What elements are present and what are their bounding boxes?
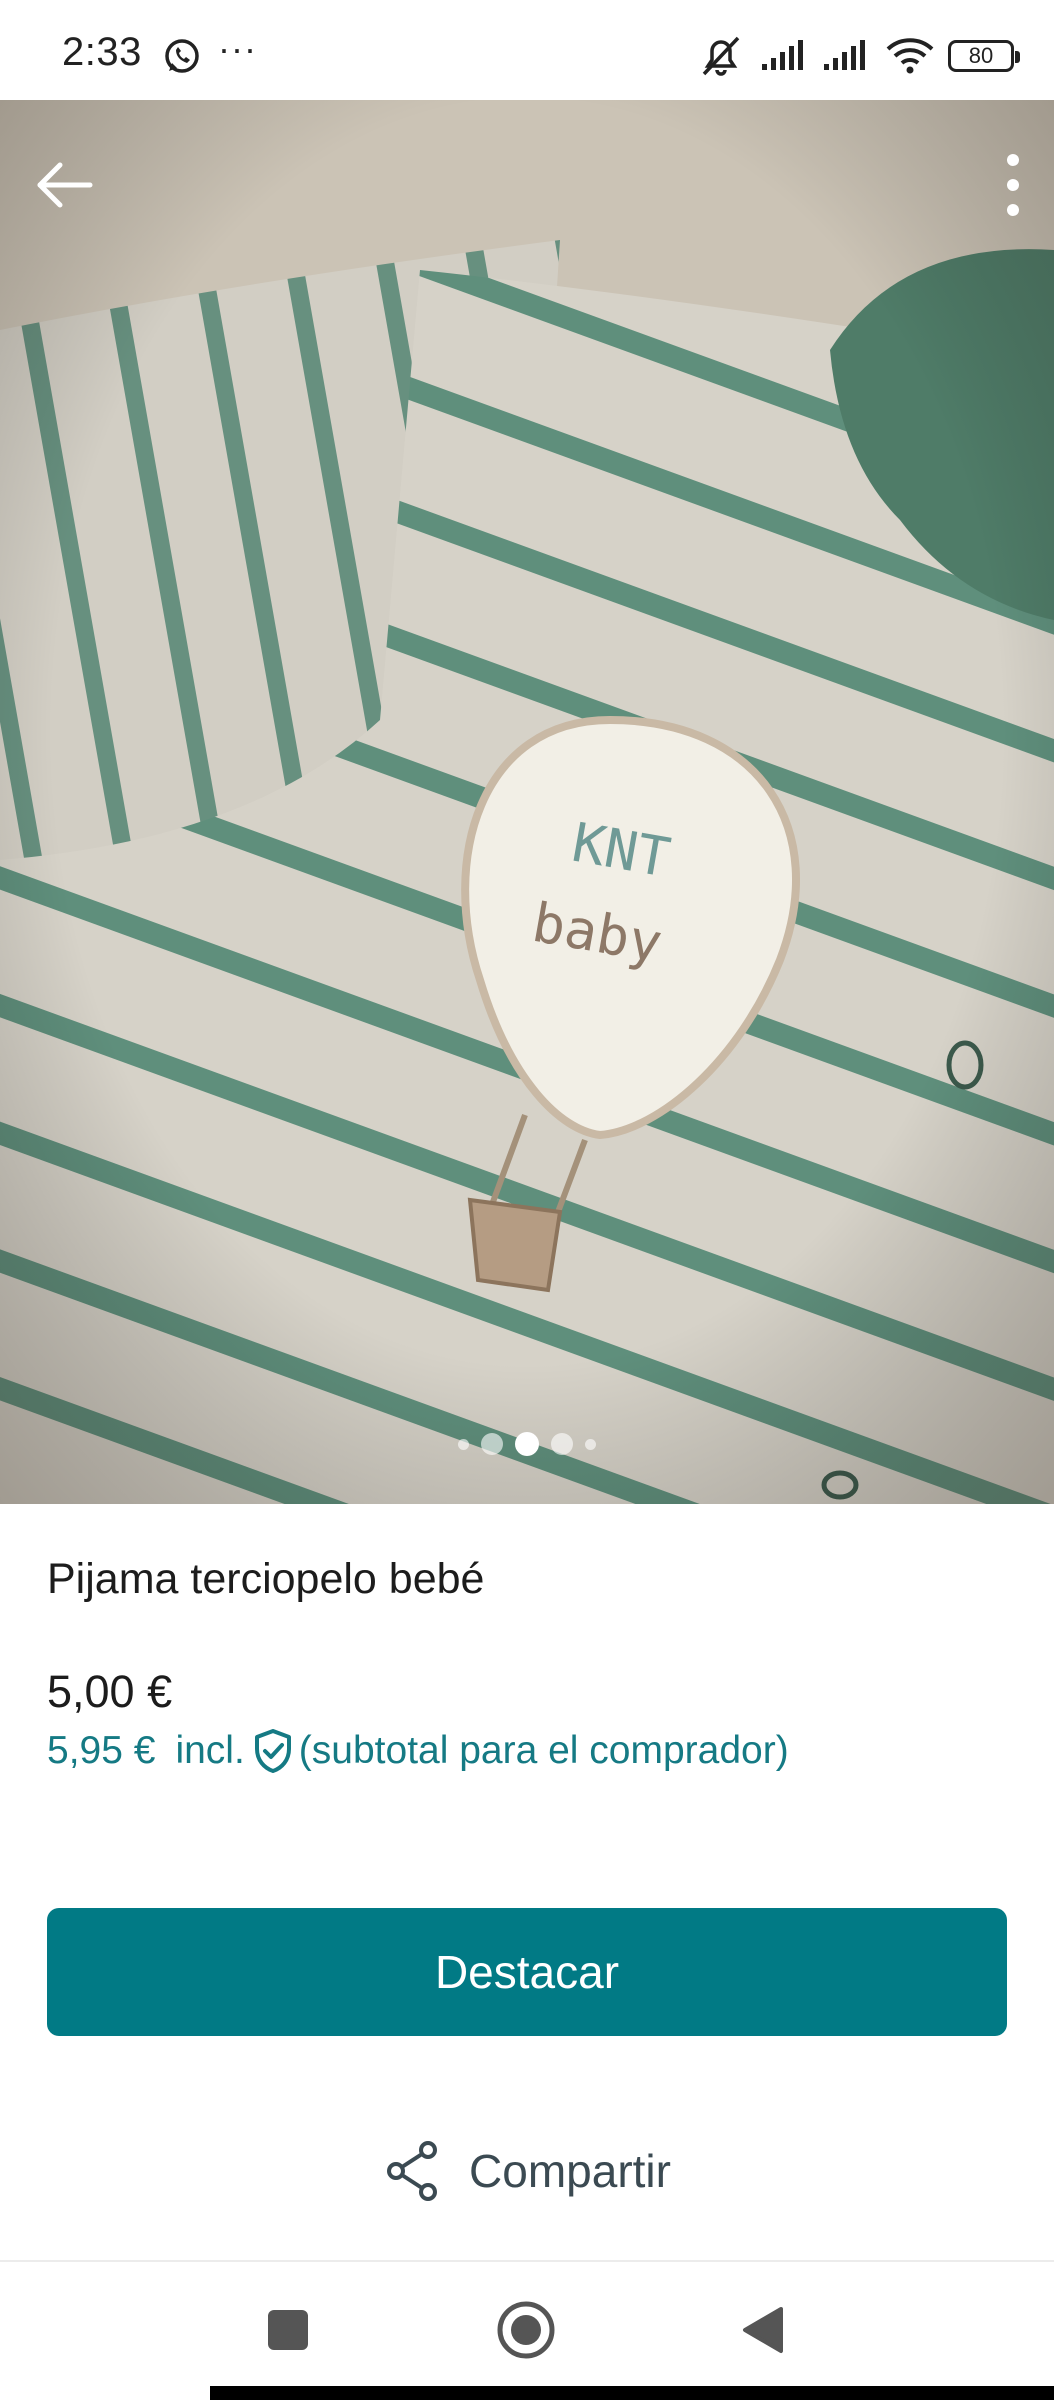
buyer-price-row: 5,95 € incl. (subtotal para el comprador…: [47, 1727, 789, 1775]
share-icon: [387, 2141, 438, 2201]
status-more-notifications: ···: [218, 28, 257, 69]
incl-label: incl.: [175, 1729, 245, 1772]
battery-level: 80: [968, 43, 994, 68]
status-bar: 2:33 ··· 80: [0, 0, 1054, 100]
featured-button[interactable]: Destacar: [47, 1908, 1007, 2036]
product-title: Pijama terciopelo bebé: [47, 1555, 485, 1603]
recent-apps-button[interactable]: [256, 2298, 320, 2362]
buyer-protection-shield-icon[interactable]: [251, 1727, 295, 1775]
back-arrow-icon[interactable]: [30, 150, 100, 220]
signal-icon: [824, 40, 865, 70]
back-button[interactable]: [730, 2298, 794, 2362]
product-photo: KNT baby: [0, 100, 1054, 1504]
more-vert-icon[interactable]: [998, 148, 1028, 222]
signal-icon: [762, 40, 803, 70]
buyer-price: 5,95 €: [47, 1729, 156, 1772]
status-time: 2:33: [62, 30, 142, 74]
product-photo-carousel[interactable]: KNT baby: [0, 100, 1054, 1504]
square-icon: [268, 2310, 308, 2350]
pager-dot[interactable]: [551, 1433, 573, 1455]
battery-icon: 80: [948, 40, 1020, 72]
home-circle-icon: [497, 2301, 555, 2359]
pager-dot-active[interactable]: [515, 1432, 539, 1456]
photo-pager: [0, 1432, 1054, 1456]
share-label: Compartir: [469, 2145, 671, 2197]
back-triangle-icon: [743, 2307, 783, 2353]
product-price: 5,00 €: [47, 1666, 173, 1717]
share-button[interactable]: Compartir: [0, 2138, 1054, 2204]
system-nav-bar: [0, 2262, 1054, 2400]
pager-dot[interactable]: [585, 1438, 596, 1450]
pager-dot[interactable]: [481, 1433, 503, 1455]
gesture-bar: [210, 2386, 1054, 2400]
home-button[interactable]: [494, 2298, 558, 2362]
whatsapp-icon: [165, 39, 199, 73]
wifi-icon: [886, 38, 934, 74]
mute-icon: [702, 36, 740, 76]
pager-dot[interactable]: [458, 1438, 469, 1450]
buyer-note: (subtotal para el comprador): [298, 1729, 789, 1772]
